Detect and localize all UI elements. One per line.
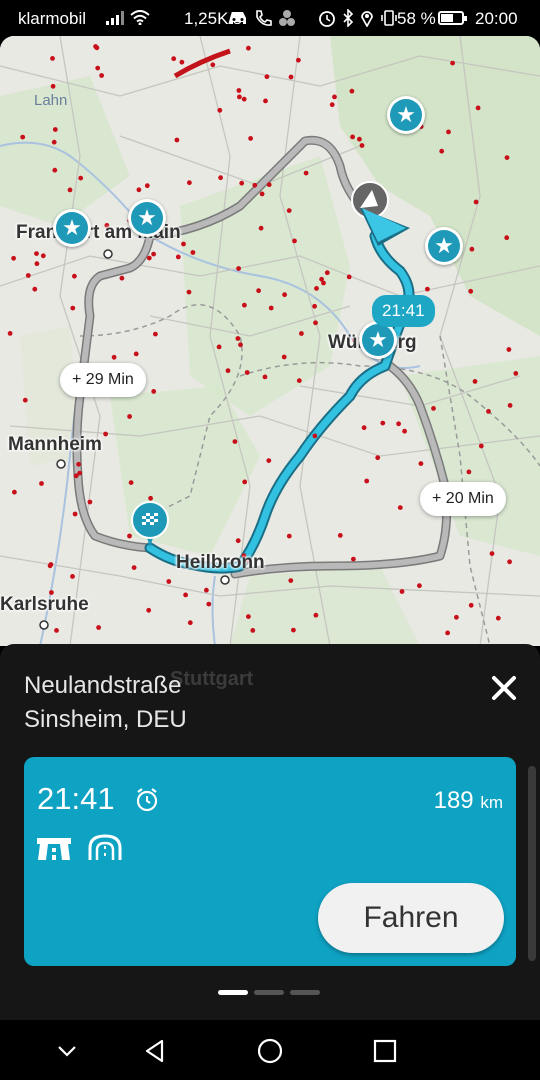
- tunnel-icon: [88, 834, 122, 860]
- city-label-karlsruhe: Karlsruhe: [0, 594, 89, 615]
- destination-city: Sinsheim, DEU: [24, 706, 187, 733]
- favorite-star-marker[interactable]: ★: [128, 199, 166, 237]
- alt-route-delay-bubble-2[interactable]: + 20 Min: [420, 482, 506, 516]
- apps-icon: [279, 10, 295, 26]
- route-card[interactable]: 21:41 189 km Fahren: [24, 757, 516, 966]
- carrier-name: klarmobil: [18, 9, 87, 28]
- route-summary-sheet: Stuttgart Neulandstraße Sinsheim, DEU 21…: [0, 644, 540, 1020]
- destination-street: Neulandstraße: [24, 672, 182, 699]
- back-icon[interactable]: [140, 1036, 170, 1066]
- arrival-time: 21:41: [37, 781, 115, 816]
- system-nav-bar: [0, 1020, 540, 1080]
- arrival-time-bubble[interactable]: 21:41: [372, 295, 435, 327]
- route-map[interactable]: Lahn Frankfurt am Main Würzburg Mannheim…: [0, 36, 540, 646]
- star-icon: ★: [390, 99, 422, 131]
- wifi-icon: [130, 10, 150, 25]
- page-dot: [254, 990, 284, 995]
- alt-route-delay-bubble-1[interactable]: + 29 Min: [60, 363, 146, 397]
- hide-keyboard-icon[interactable]: [52, 1036, 82, 1066]
- star-icon: ★: [362, 324, 394, 356]
- star-icon: ★: [131, 202, 163, 234]
- phone-icon: [256, 10, 272, 26]
- car-icon: [230, 12, 246, 24]
- recents-icon[interactable]: [370, 1036, 400, 1066]
- route-distance: 189 km: [434, 787, 503, 815]
- signal-icon: [106, 10, 124, 25]
- distance-unit: km: [480, 793, 503, 812]
- alarm-icon: [319, 11, 335, 27]
- battery-icon: [438, 11, 467, 25]
- scrollbar[interactable]: [528, 766, 536, 961]
- page-indicator: [218, 990, 320, 995]
- star-icon: ★: [56, 212, 88, 244]
- close-icon[interactable]: [484, 668, 524, 708]
- favorite-star-marker[interactable]: ★: [53, 209, 91, 247]
- favorite-star-marker[interactable]: ★: [387, 96, 425, 134]
- motorway-icon: [37, 838, 71, 860]
- city-label-stuttgart: Stuttgart: [170, 668, 254, 690]
- city-label-heilbronn: Heilbronn: [176, 552, 265, 573]
- star-icon: ★: [428, 230, 460, 262]
- bluetooth-icon: [343, 9, 354, 27]
- city-label-mannheim: Mannheim: [8, 434, 102, 455]
- timer-icon: [136, 788, 158, 812]
- favorite-star-marker[interactable]: ★: [425, 227, 463, 265]
- clock: 20:00: [475, 9, 518, 28]
- distance-value: 189: [433, 787, 474, 814]
- river-label-lahn: Lahn: [34, 92, 68, 109]
- home-icon[interactable]: [255, 1036, 285, 1066]
- map-canvas[interactable]: [0, 36, 540, 646]
- location-icon: [361, 11, 373, 27]
- page-dot: [290, 990, 320, 995]
- status-bar: klarmobil 1,25K/s 58 % 20:00: [0, 0, 540, 36]
- page-dot: [218, 990, 248, 995]
- battery-percent: 58 %: [397, 9, 436, 28]
- vibrate-icon: [381, 10, 397, 26]
- drive-button[interactable]: Fahren: [318, 883, 504, 953]
